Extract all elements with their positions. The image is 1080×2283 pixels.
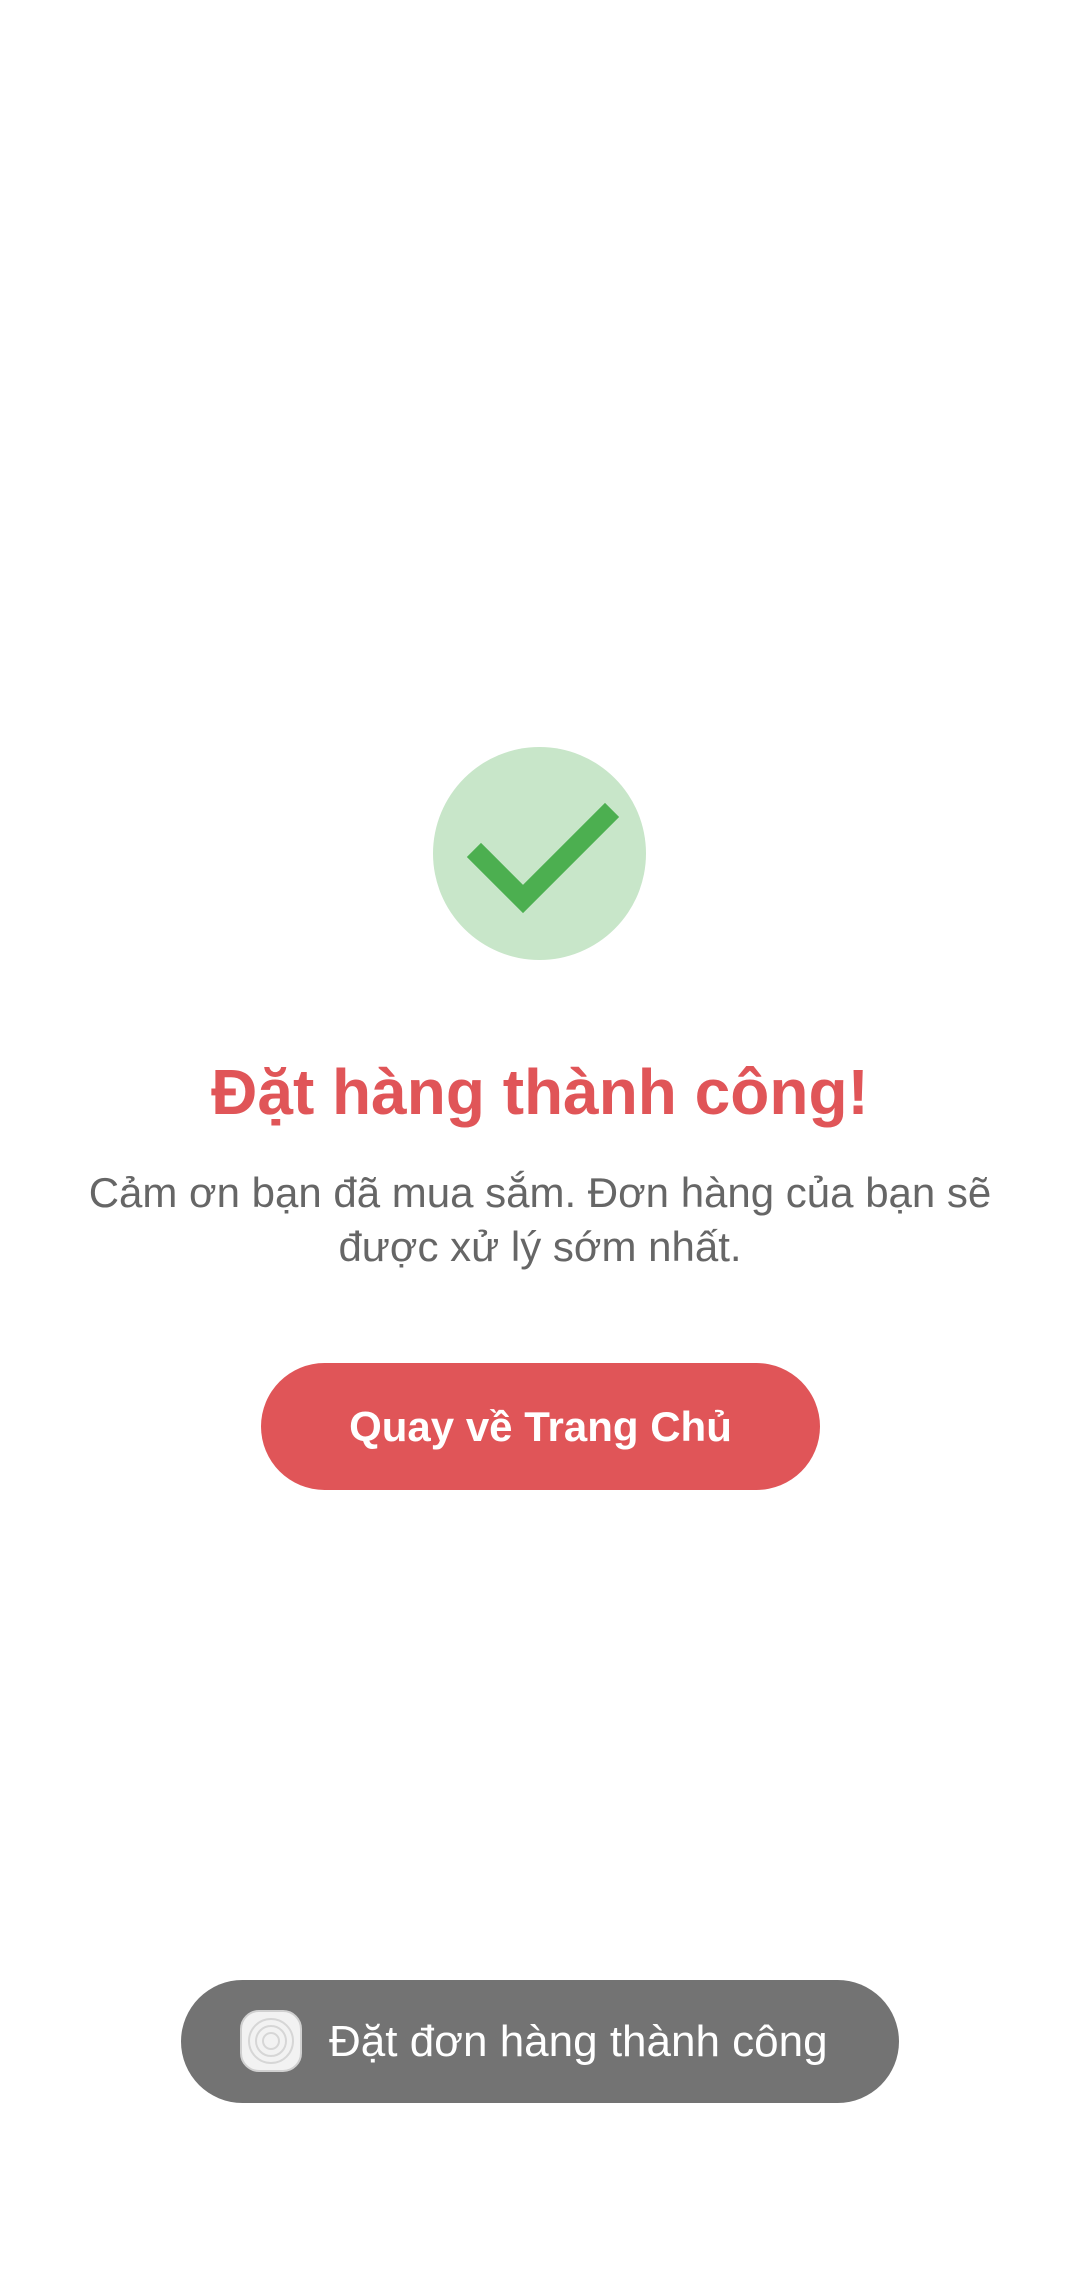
order-success-screen: Đặt hàng thành công! Cảm ơn bạn đã mua s… — [0, 0, 1080, 2283]
back-to-home-button[interactable]: Quay về Trang Chủ — [261, 1363, 820, 1490]
success-badge — [433, 747, 646, 960]
success-message: Cảm ơn bạn đã mua sắm. Đơn hàng của bạn … — [88, 1169, 992, 1270]
toast-text: Đặt đơn hàng thành công — [329, 2017, 828, 2066]
checkmark-icon — [466, 802, 620, 914]
app-icon — [240, 2010, 302, 2072]
toast-notification: Đặt đơn hàng thành công — [181, 1980, 899, 2103]
success-title: Đặt hàng thành công! — [211, 1056, 869, 1128]
